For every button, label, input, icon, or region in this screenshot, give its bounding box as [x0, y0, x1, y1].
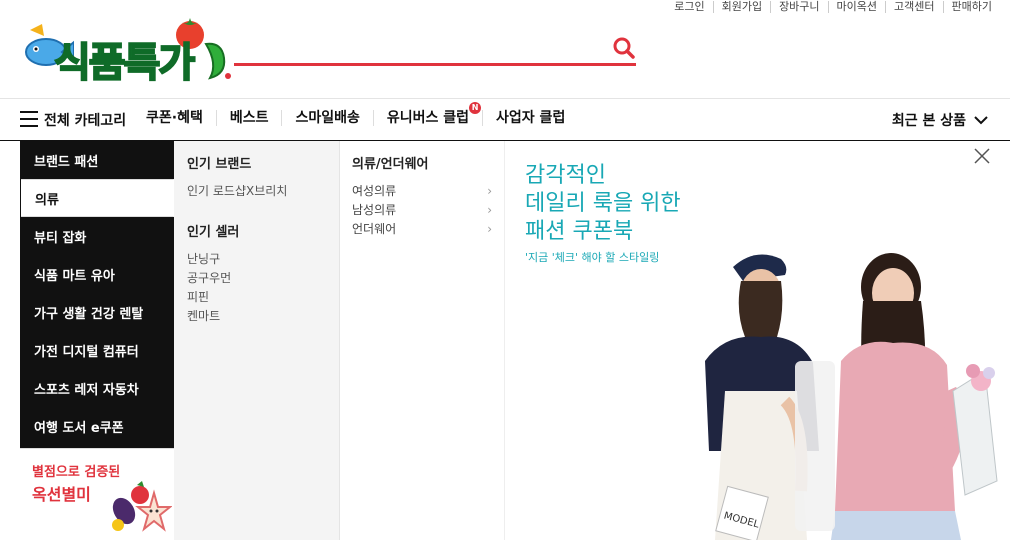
recent-products-button[interactable]: 최근 본 상품	[892, 110, 988, 130]
seller-link[interactable]: 피핀	[187, 288, 339, 307]
login-link[interactable]: 로그인	[666, 1, 712, 13]
category-sports[interactable]: 스포츠 레저 자동차	[20, 369, 174, 407]
search-bar	[234, 30, 636, 66]
nav-universe-club-label: 유니버스 클럽	[386, 110, 470, 126]
new-badge: N	[469, 102, 482, 114]
category-travel-books[interactable]: 여행 도서 e쿠폰	[20, 407, 174, 445]
nav-links: 쿠폰·혜택 베스트 스마일배송 유니버스 클럽 N 사업자 클럽	[146, 102, 578, 126]
chevron-right-icon: ›	[487, 203, 492, 217]
clothing-link-underwear[interactable]: 언더웨어 ›	[352, 220, 492, 239]
clothing-link-label: 언더웨어	[352, 222, 397, 236]
logo-text: 식품특가	[53, 39, 196, 87]
close-icon[interactable]	[973, 147, 991, 165]
category-brand-fashion[interactable]: 브랜드 패션	[20, 141, 174, 179]
food-star-icon	[112, 481, 172, 532]
promo-title: 옥션별미	[32, 485, 91, 504]
category-digital[interactable]: 가전 디지털 컴퓨터	[20, 331, 174, 369]
seller-link[interactable]: 난닝구	[187, 250, 339, 269]
menu-icon[interactable]	[20, 111, 38, 127]
nav-business-club[interactable]: 사업자 클럽	[482, 110, 578, 126]
category-clothing[interactable]: 의류	[21, 179, 174, 217]
chevron-down-icon	[974, 116, 988, 125]
seller-link[interactable]: 켄마트	[187, 307, 339, 326]
customer-center-link[interactable]: 고객센터	[885, 1, 942, 13]
nav-universe-club[interactable]: 유니버스 클럽 N	[372, 102, 482, 126]
submenu-popular: 인기 브랜드 인기 로드샵X브리치 인기 셀러 난닝구 공구우먼 피핀 켄마트	[174, 141, 340, 540]
promo-banner[interactable]: 별점으로 검증된 옥션별미	[20, 448, 174, 540]
category-beauty[interactable]: 뷰티 잡화	[20, 217, 174, 255]
clothing-link-women[interactable]: 여성의류 ›	[352, 182, 492, 201]
utility-links: 로그인 회원가입 장바구니 마이옥션 고객센터 판매하기	[666, 0, 992, 14]
search-icon[interactable]	[612, 36, 636, 60]
clothing-link-label: 여성의류	[352, 184, 397, 198]
site-logo[interactable]: 식품특가	[24, 16, 234, 87]
all-category-button[interactable]: 전체 카테고리	[44, 110, 126, 130]
fashion-coupon-banner[interactable]: 감각적인 데일리 룩을 위한 패션 쿠폰북 '지금 '체크' 해야 할 스타일링…	[505, 141, 1010, 540]
recent-products-label: 최근 본 상품	[891, 113, 966, 129]
my-auction-link[interactable]: 마이옥션	[827, 1, 885, 13]
page: 로그인 회원가입 장바구니 마이옥션 고객센터 판매하기 식품특가 전체 카테고…	[0, 0, 1010, 540]
nav-best[interactable]: 베스트	[215, 110, 282, 126]
main-nav: 전체 카테고리 쿠폰·혜택 베스트 스마일배송 유니버스 클럽 N 사업자 클럽…	[0, 99, 1010, 141]
clothing-link-men[interactable]: 남성의류 ›	[352, 201, 492, 220]
signup-link[interactable]: 회원가입	[712, 1, 770, 13]
nav-smile-delivery[interactable]: 스마일배송	[281, 110, 372, 126]
fashion-models-image: MODEL	[705, 253, 998, 540]
popular-brand-heading: 인기 브랜드	[187, 157, 252, 172]
sell-link[interactable]: 판매하기	[942, 1, 992, 13]
nav-coupon-benefit[interactable]: 쿠폰·혜택	[146, 110, 216, 126]
chevron-right-icon: ›	[487, 222, 492, 236]
pepper-icon	[204, 42, 231, 80]
clothing-link-label: 남성의류	[352, 203, 397, 217]
seller-link[interactable]: 공구우먼	[187, 269, 339, 288]
category-food-mart[interactable]: 식품 마트 유아	[20, 255, 174, 293]
search-input[interactable]	[234, 30, 604, 60]
popular-brand-link[interactable]: 인기 로드샵X브리치	[187, 182, 339, 201]
cart-link[interactable]: 장바구니	[770, 1, 827, 13]
banner-line-3: 패션 쿠폰북	[525, 219, 634, 244]
chevron-right-icon: ›	[487, 184, 492, 198]
category-sidebar: 브랜드 패션 의류 뷰티 잡화 식품 마트 유아 가구 생활 건강 렌탈 가전 …	[20, 141, 174, 540]
submenu-clothing: 의류/언더웨어 여성의류 › 남성의류 › 언더웨어 ›	[340, 141, 505, 540]
banner-subtitle: '지금 '체크' 해야 할 스타일링	[525, 251, 660, 264]
category-furniture-living[interactable]: 가구 생활 건강 렌탈	[20, 293, 174, 331]
popular-seller-heading: 인기 셀러	[187, 225, 240, 240]
clothing-heading: 의류/언더웨어	[352, 157, 429, 172]
